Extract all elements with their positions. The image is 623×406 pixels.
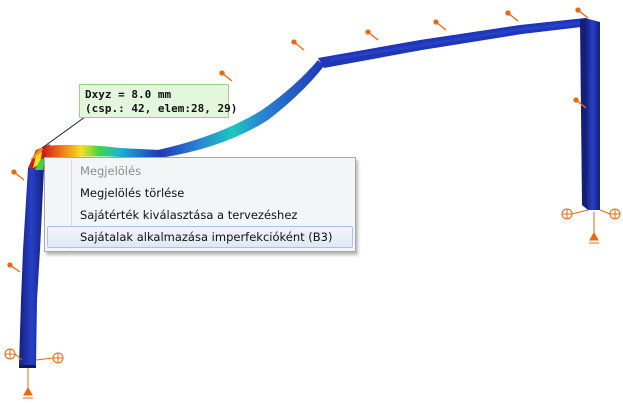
tooltip-value: Dxyz = 8.0 mm xyxy=(85,88,172,101)
rafter-segment-3 xyxy=(318,18,590,68)
menu-item-sajatalak-imperfekcio[interactable]: Sajátalak alkalmazása imperfekcióként (B… xyxy=(47,226,353,248)
right-support xyxy=(561,208,621,244)
right-column xyxy=(580,18,600,210)
left-column xyxy=(19,168,44,368)
deformation-tooltip: Dxyz = 8.0 mm (csp.: 42, elem:28, 29) xyxy=(79,84,238,118)
menu-item-megjeloles-torlese[interactable]: Megjelölés törlése xyxy=(47,182,353,204)
context-menu: Megjelölés Megjelölés törlése Sajátérték… xyxy=(44,157,356,252)
menu-item-megjeloles[interactable]: Megjelölés xyxy=(47,160,353,182)
tooltip-leader-line xyxy=(41,116,86,149)
tooltip-location: (csp.: 42, elem:28, 29) xyxy=(85,102,238,115)
menu-item-sajatertek-kivalasztasa[interactable]: Sajátérték kiválasztása a tervezéshez xyxy=(47,204,353,226)
